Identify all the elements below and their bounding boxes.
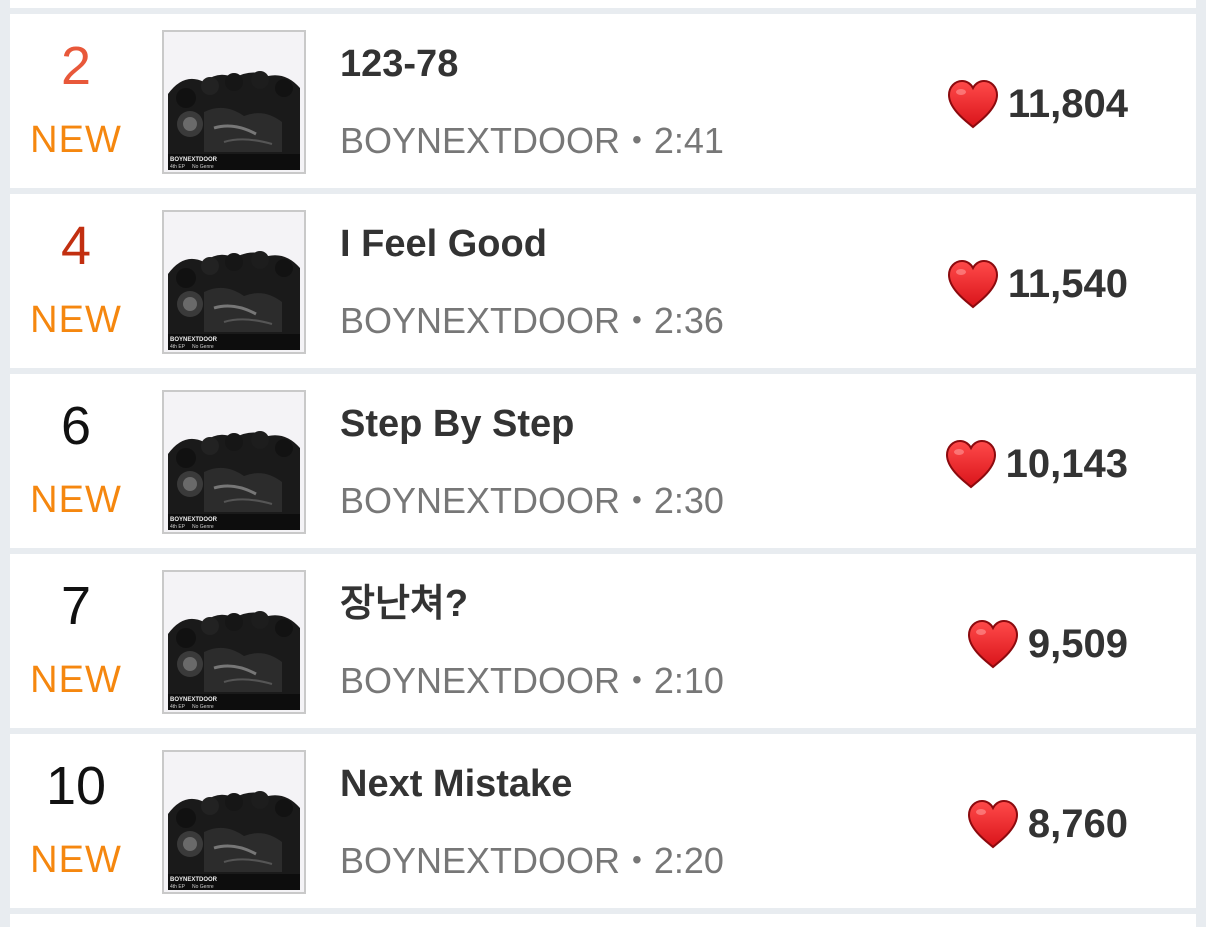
track-row[interactable]: 4 NEW BOYNEXTDOOR 4th EP No Genre I Feel G…: [10, 194, 1196, 368]
album-cover[interactable]: BOYNEXTDOOR 4th EP No Genre: [162, 570, 306, 714]
like-button[interactable]: 9,509: [966, 616, 1128, 672]
heart-icon: [944, 439, 998, 489]
svg-text:No Genre: No Genre: [192, 704, 214, 710]
track-duration: 2:41: [653, 120, 724, 161]
rank-number: 2: [60, 36, 92, 96]
chart-track-list: 2 NEW BOYNEXTDOOR 4th EP No Genre 123-78 B…: [10, 14, 1196, 914]
rank-cell: 2 NEW: [10, 14, 142, 188]
like-button[interactable]: 11,804: [946, 76, 1128, 132]
like-count: 11,540: [1007, 262, 1128, 306]
track-row[interactable]: 6 NEW BOYNEXTDOOR 4th EP No Genre Step By …: [10, 374, 1196, 548]
album-cover[interactable]: BOYNEXTDOOR 4th EP No Genre: [162, 390, 306, 534]
artist-name[interactable]: BOYNEXTDOOR: [340, 840, 620, 881]
new-badge: NEW: [30, 839, 122, 881]
rank-number: 10: [45, 756, 107, 816]
like-button[interactable]: 11,540: [946, 256, 1128, 312]
artist-name[interactable]: BOYNEXTDOOR: [340, 660, 620, 701]
album-cover[interactable]: BOYNEXTDOOR 4th EP No Genre: [162, 30, 306, 174]
svg-text:4th EP: 4th EP: [170, 164, 186, 170]
artist-name[interactable]: BOYNEXTDOOR: [340, 120, 620, 161]
album-cover[interactable]: BOYNEXTDOOR 4th EP No Genre: [162, 210, 306, 354]
track-row[interactable]: 2 NEW BOYNEXTDOOR 4th EP No Genre 123-78 B…: [10, 14, 1196, 188]
track-duration: 2:36: [653, 300, 724, 341]
artist-name[interactable]: BOYNEXTDOOR: [340, 300, 620, 341]
separator-dot: •: [632, 664, 642, 695]
svg-text:4th EP: 4th EP: [170, 704, 186, 710]
like-count: 11,804: [1007, 82, 1128, 126]
svg-text:No Genre: No Genre: [192, 164, 214, 170]
new-badge: NEW: [30, 119, 122, 161]
svg-text:BOYNEXTDOOR: BOYNEXTDOOR: [170, 157, 218, 163]
album-art-image: BOYNEXTDOOR4th EP No Genre: [164, 212, 304, 352]
track-duration: 2:10: [653, 660, 724, 701]
track-meta: BOYNEXTDOOR • 2:30: [340, 476, 724, 525]
track-meta: BOYNEXTDOOR • 2:41: [340, 116, 724, 165]
separator-dot: •: [632, 484, 642, 515]
rank-number: 6: [60, 396, 92, 456]
album-art-image: BOYNEXTDOOR4th EP No Genre: [164, 32, 304, 172]
svg-text:4th EP: 4th EP: [170, 524, 186, 530]
track-meta: BOYNEXTDOOR • 2:36: [340, 296, 724, 345]
track-title[interactable]: Next Mistake: [340, 760, 572, 808]
heart-icon: [966, 619, 1020, 669]
heart-icon: [966, 799, 1020, 849]
heart-icon: [946, 79, 1000, 129]
new-badge: NEW: [30, 659, 122, 701]
svg-text:BOYNEXTDOOR: BOYNEXTDOOR: [170, 337, 218, 343]
like-button[interactable]: 8,760: [966, 796, 1128, 852]
like-count: 9,509: [1027, 622, 1128, 666]
rank-cell: 6 NEW: [10, 374, 142, 548]
heart-icon: [946, 259, 1000, 309]
track-meta: BOYNEXTDOOR • 2:20: [340, 836, 724, 885]
like-button[interactable]: 10,143: [944, 436, 1128, 492]
track-title[interactable]: 장난쳐?: [340, 580, 468, 628]
artist-name[interactable]: BOYNEXTDOOR: [340, 480, 620, 521]
like-count: 8,760: [1027, 802, 1128, 846]
rank-cell: 7 NEW: [10, 554, 142, 728]
svg-text:BOYNEXTDOOR: BOYNEXTDOOR: [170, 697, 218, 703]
track-duration: 2:30: [653, 480, 724, 521]
svg-text:4th EP: 4th EP: [170, 884, 186, 890]
rank-number: 4: [60, 216, 92, 276]
separator-dot: •: [632, 124, 642, 155]
track-title[interactable]: Step By Step: [340, 400, 574, 448]
separator-dot: •: [632, 304, 642, 335]
track-meta: BOYNEXTDOOR • 2:10: [340, 656, 724, 705]
track-title[interactable]: I Feel Good: [340, 220, 547, 268]
svg-text:BOYNEXTDOOR: BOYNEXTDOOR: [170, 877, 218, 883]
track-title[interactable]: 123-78: [340, 40, 458, 88]
track-row[interactable]: 7 NEW BOYNEXTDOOR 4th EP No Genre 장난쳐? BOY…: [10, 554, 1196, 728]
rank-cell: 4 NEW: [10, 194, 142, 368]
album-cover[interactable]: BOYNEXTDOOR 4th EP No Genre: [162, 750, 306, 894]
track-row[interactable]: 10 NEW BOYNEXTDOOR 4th EP No Genre Next Mi…: [10, 734, 1196, 908]
svg-text:No Genre: No Genre: [192, 884, 214, 890]
next-row-edge: [10, 914, 1196, 927]
separator-dot: •: [632, 844, 642, 875]
album-art-image: BOYNEXTDOOR4th EP No Genre: [164, 752, 304, 892]
album-art-image: BOYNEXTDOOR4th EP No Genre: [164, 392, 304, 532]
rank-cell: 10 NEW: [10, 734, 142, 908]
svg-text:BOYNEXTDOOR: BOYNEXTDOOR: [170, 517, 218, 523]
track-duration: 2:20: [653, 840, 724, 881]
previous-row-edge: [10, 0, 1196, 8]
new-badge: NEW: [30, 479, 122, 521]
svg-text:No Genre: No Genre: [192, 344, 214, 350]
new-badge: NEW: [30, 299, 122, 341]
like-count: 10,143: [1005, 442, 1128, 486]
svg-text:No Genre: No Genre: [192, 524, 214, 530]
rank-number: 7: [60, 576, 92, 636]
svg-text:4th EP: 4th EP: [170, 344, 186, 350]
album-art-image: BOYNEXTDOOR4th EP No Genre: [164, 572, 304, 712]
